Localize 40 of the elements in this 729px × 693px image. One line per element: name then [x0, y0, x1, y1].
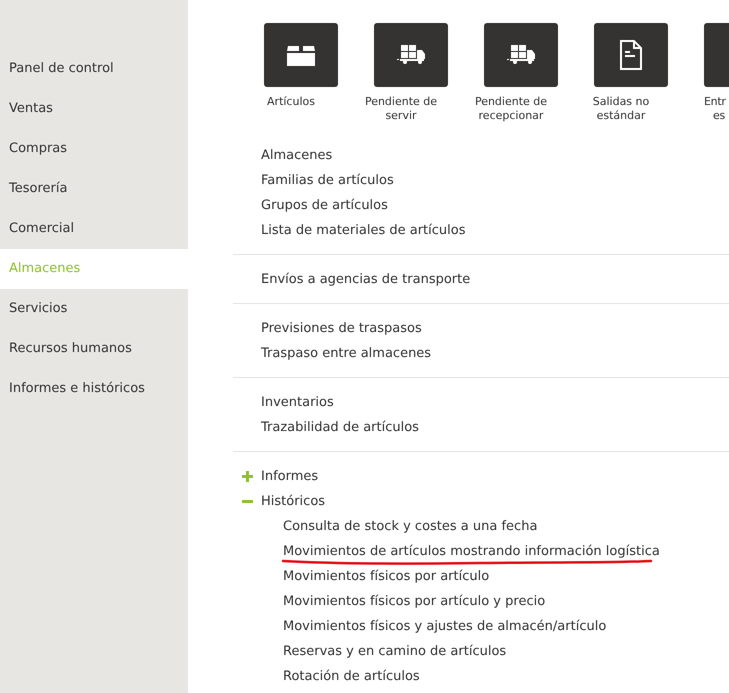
- menu-link[interactable]: Inventarios: [261, 392, 334, 412]
- menu-link[interactable]: Traspaso entre almacenes: [261, 344, 432, 364]
- box-icon: [286, 44, 316, 66]
- tile-label[interactable]: Pendiente de recepcionar: [474, 95, 548, 123]
- tree-link[interactable]: Movimientos físicos por artículo: [283, 566, 490, 586]
- menu-link[interactable]: Almacenes: [261, 146, 332, 166]
- tree-link[interactable]: Movimientos de artículos mostrando información logística: [283, 542, 660, 562]
- truck-icon: [396, 45, 426, 65]
- sidebar-item[interactable]: Comercial: [0, 209, 188, 249]
- sidebar-item[interactable]: Ventas: [0, 89, 188, 129]
- menu-link[interactable]: Familias de artículos: [261, 170, 394, 190]
- tree-link[interactable]: Reservas y en camino de artículos: [283, 642, 506, 662]
- tile-button[interactable]: [704, 23, 729, 87]
- tile-button[interactable]: [594, 23, 668, 87]
- tree-node[interactable]: Históricos: [261, 492, 326, 512]
- tile-button[interactable]: [484, 23, 558, 87]
- menu-link[interactable]: Lista de materiales de artículos: [261, 220, 466, 240]
- sidebar-item[interactable]: Compras: [0, 129, 188, 169]
- tree-link[interactable]: Movimientos físicos por artículo y precio: [283, 592, 546, 612]
- menu-link[interactable]: Envíos a agencias de transporte: [261, 270, 470, 290]
- menu-link[interactable]: Previsiones de traspasos: [261, 318, 422, 338]
- tree-node[interactable]: Informes: [261, 466, 318, 486]
- sidebar-item[interactable]: Servicios: [0, 289, 188, 329]
- document-icon: [620, 40, 642, 70]
- truck-icon: [506, 45, 536, 65]
- tree-link[interactable]: Movimientos físicos y ajustes de almacén/artículo: [283, 616, 606, 636]
- tile-button[interactable]: [264, 23, 338, 87]
- tree-link[interactable]: Consulta de stock y costes a una fecha: [283, 516, 538, 536]
- tile-button[interactable]: [374, 23, 448, 87]
- menu-link[interactable]: Grupos de artículos: [261, 196, 388, 216]
- tile-label[interactable]: Artículos: [254, 95, 328, 109]
- tile-label[interactable]: Pendiente de servir: [364, 95, 438, 123]
- tree-link[interactable]: Rotación de artículos: [283, 666, 420, 686]
- tile-label[interactable]: Salidas no estándar: [584, 95, 658, 123]
- menu-link[interactable]: Trazabilidad de artículos: [261, 418, 419, 438]
- sidebar-item[interactable]: Panel de control: [0, 49, 188, 89]
- sidebar-item[interactable]: Tesorería: [0, 169, 188, 209]
- sidebar-item[interactable]: Recursos humanos: [0, 329, 188, 369]
- sidebar-item[interactable]: Informes e históricos: [0, 369, 188, 409]
- tile-label[interactable]: Entr es: [704, 95, 726, 123]
